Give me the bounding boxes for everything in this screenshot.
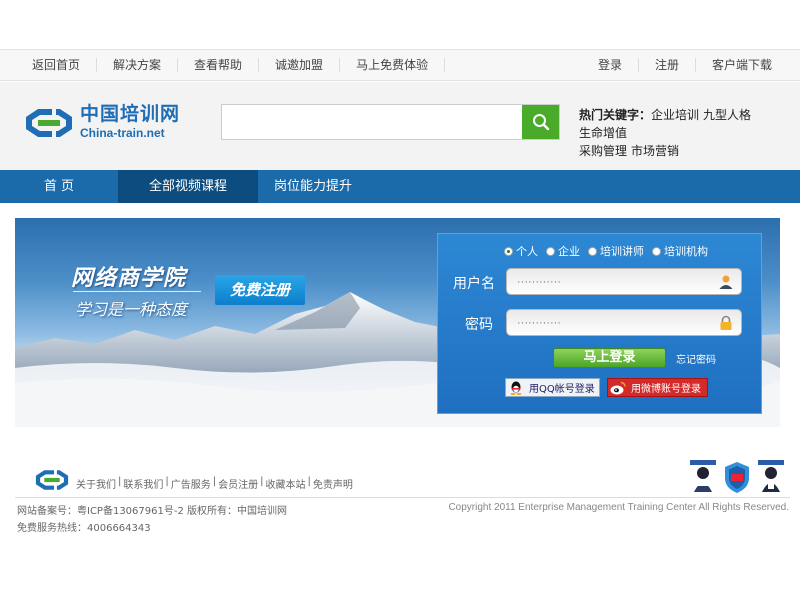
top-link-login[interactable]: 登录 bbox=[582, 58, 639, 72]
banner-divider bbox=[73, 291, 201, 292]
login-submit-button[interactable]: 马上登录 bbox=[553, 348, 666, 368]
radio-checked-icon bbox=[504, 246, 513, 256]
service-hotline: 免费服务热线：4006664343 bbox=[17, 523, 151, 534]
lock-icon bbox=[720, 315, 732, 330]
weibo-login-label: 用微博账号登录 bbox=[631, 384, 701, 395]
top-link-solutions[interactable]: 解决方案 bbox=[97, 58, 179, 72]
footer-link-ads[interactable]: 广告服务 bbox=[171, 476, 211, 491]
search-button[interactable] bbox=[522, 105, 559, 139]
footer-link-about[interactable]: 关于我们 bbox=[76, 476, 116, 491]
role-selector: 个人 企业 培训讲师 培训机构 bbox=[504, 243, 716, 259]
top-nav-left: 返回首页 解决方案 查看帮助 诚邀加盟 马上免费体验 bbox=[16, 50, 446, 80]
password-field-wrapper bbox=[506, 309, 742, 336]
footer-logo-icon[interactable] bbox=[33, 466, 71, 494]
footer-separator: | bbox=[260, 476, 264, 487]
password-input[interactable] bbox=[507, 310, 707, 335]
qq-icon bbox=[506, 379, 526, 396]
banner-subtitle: 学习是一种态度 bbox=[75, 300, 188, 319]
logo-text: 中国培训网 China-train.net bbox=[80, 103, 180, 147]
username-label: 用户名 bbox=[453, 276, 495, 292]
weibo-login-button[interactable]: 用微博账号登录 bbox=[607, 378, 708, 397]
role-label: 培训讲师 bbox=[600, 245, 644, 258]
top-link-help[interactable]: 查看帮助 bbox=[178, 58, 260, 72]
footer-link-member-register[interactable]: 会员注册 bbox=[218, 476, 258, 491]
shield-badge-icon[interactable] bbox=[722, 460, 752, 494]
footer-link-contact[interactable]: 联系我们 bbox=[123, 476, 163, 491]
weibo-icon bbox=[608, 379, 628, 396]
hot-keywords-label: 热门关键字： bbox=[579, 108, 652, 122]
footer-top: 关于我们 | 联系我们 | 广告服务 | 会员注册 | 收藏本站 | 免责声明 bbox=[0, 460, 800, 498]
top-nav-right: 登录 注册 客户端下载 bbox=[582, 50, 788, 80]
user-icon bbox=[719, 275, 733, 289]
icp-record: 网站备案号：粤ICP备13067961号-2 版权所有：中国培训网 bbox=[17, 506, 288, 517]
role-option-individual[interactable]: 个人 bbox=[504, 243, 538, 259]
copyright-text: Copyright 2011 Enterprise Management Tra… bbox=[448, 502, 789, 513]
radio-icon bbox=[546, 246, 555, 256]
footer-link-disclaimer[interactable]: 免责声明 bbox=[313, 476, 353, 491]
top-link-register[interactable]: 注册 bbox=[639, 58, 696, 72]
hot-keyword-link[interactable]: 市场营销 bbox=[631, 144, 679, 158]
radio-icon bbox=[588, 246, 597, 256]
tab-job-skills[interactable]: 岗位能力提升 bbox=[258, 170, 368, 203]
site-logo[interactable]: 中国培训网 China-train.net bbox=[22, 103, 192, 147]
password-label: 密码 bbox=[465, 317, 493, 333]
footer-link-bookmark[interactable]: 收藏本站 bbox=[266, 476, 306, 491]
tab-home[interactable]: 首 页 bbox=[0, 170, 118, 203]
security-badges bbox=[684, 460, 786, 494]
role-label: 企业 bbox=[558, 245, 580, 258]
role-label: 个人 bbox=[516, 245, 538, 258]
logo-cn-text: 中国培训网 bbox=[80, 103, 181, 125]
role-option-trainer[interactable]: 培训讲师 bbox=[588, 243, 644, 259]
top-link-join[interactable]: 诚邀加盟 bbox=[259, 58, 341, 72]
hot-keyword-link[interactable]: 采购管理 bbox=[579, 144, 627, 158]
footer-separator: | bbox=[212, 476, 217, 487]
qq-login-label: 用QQ帐号登录 bbox=[529, 384, 595, 395]
search-box bbox=[221, 104, 560, 140]
qq-login-button[interactable]: 用QQ帐号登录 bbox=[505, 378, 600, 397]
cyber-police-icon[interactable] bbox=[756, 460, 786, 494]
radio-icon bbox=[652, 246, 661, 256]
tab-all-video-courses[interactable]: 全部视频课程 bbox=[118, 170, 258, 203]
footer-separator: | bbox=[165, 476, 169, 487]
top-link-free-trial[interactable]: 马上免费体验 bbox=[340, 58, 446, 72]
top-utility-bar: 返回首页 解决方案 查看帮助 诚邀加盟 马上免费体验 登录 注册 客户端下载 bbox=[0, 49, 800, 81]
footer-separator: | bbox=[307, 476, 311, 487]
logo-en-text: China-train.net bbox=[80, 126, 165, 140]
site-header: 中国培训网 China-train.net 热门关键字：企业培训 九型人格生命增值… bbox=[0, 82, 800, 170]
forgot-password-link[interactable]: 忘记密码 bbox=[676, 351, 716, 366]
top-link-home[interactable]: 返回首页 bbox=[16, 58, 98, 72]
role-option-institution[interactable]: 培训机构 bbox=[652, 243, 708, 259]
search-icon bbox=[532, 114, 549, 131]
hot-keyword-link[interactable]: 生命增值 bbox=[579, 126, 627, 140]
username-field-wrapper bbox=[506, 268, 742, 295]
banner-title: 网络商学院 bbox=[71, 266, 187, 291]
free-register-button[interactable]: 免费注册 bbox=[215, 275, 305, 305]
page: 返回首页 解决方案 查看帮助 诚邀加盟 马上免费体验 登录 注册 客户端下载 中… bbox=[0, 0, 800, 600]
main-nav: 首 页 全部视频课程 岗位能力提升 bbox=[0, 170, 800, 203]
login-panel: 个人 企业 培训讲师 培训机构 用户名 密码 马上登录 忘记密码 bbox=[437, 233, 762, 414]
top-link-client-download[interactable]: 客户端下载 bbox=[696, 58, 788, 72]
hot-keyword-link[interactable]: 企业培训 bbox=[651, 108, 699, 122]
search-input[interactable] bbox=[222, 105, 522, 139]
footer-divider bbox=[15, 497, 790, 498]
hot-keywords: 热门关键字：企业培训 九型人格生命增值采购管理 市场营销 bbox=[579, 106, 794, 160]
footer-links: 关于我们 | 联系我们 | 广告服务 | 会员注册 | 收藏本站 | 免责声明 bbox=[76, 476, 353, 491]
role-label: 培训机构 bbox=[664, 245, 708, 258]
logo-mark-icon bbox=[26, 109, 72, 137]
role-option-company[interactable]: 企业 bbox=[546, 243, 580, 259]
footer-separator: | bbox=[118, 476, 122, 487]
hot-keyword-link[interactable]: 九型人格 bbox=[703, 108, 751, 122]
username-input[interactable] bbox=[507, 269, 707, 294]
police-badge-icon[interactable] bbox=[688, 460, 718, 494]
